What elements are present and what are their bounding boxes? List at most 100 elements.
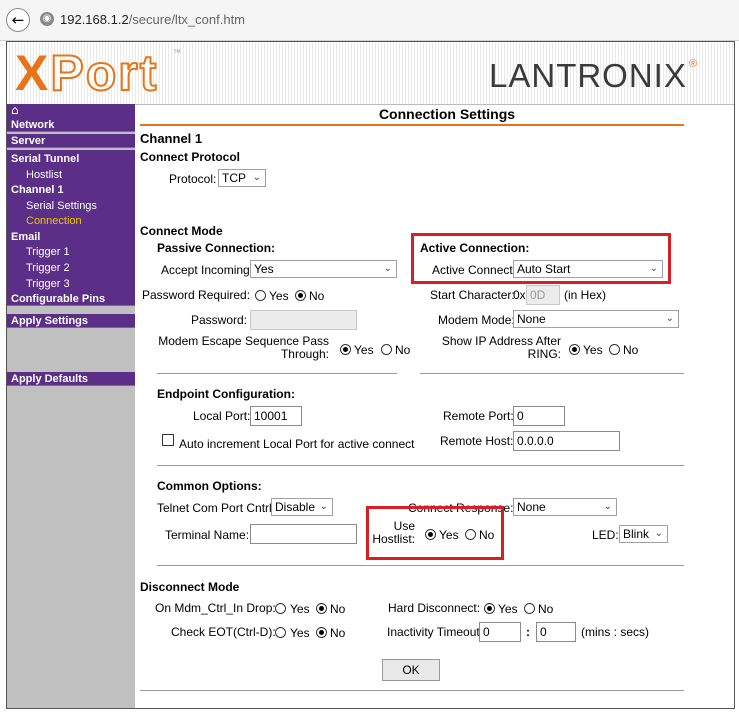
active-connection-highlight bbox=[411, 233, 671, 284]
accept-incoming-value: Yes bbox=[254, 262, 274, 276]
start-character-input[interactable]: 0D bbox=[526, 285, 560, 305]
back-arrow-icon[interactable]: ← bbox=[6, 8, 30, 32]
ok-button[interactable]: OK bbox=[382, 659, 440, 681]
inactivity-minutes-input[interactable]: 0 bbox=[479, 622, 521, 642]
globe-icon: ◉ bbox=[40, 12, 54, 26]
auto-increment-checkbox[interactable] bbox=[162, 434, 174, 446]
connect-protocol-heading: Connect Protocol bbox=[140, 150, 241, 164]
chevron-down-icon: ⌄ bbox=[665, 313, 674, 324]
mdm-ctrl-drop-yes-radio[interactable] bbox=[275, 603, 286, 614]
sidebar-item-server[interactable]: Server bbox=[7, 134, 135, 148]
telnet-com-port-label: Telnet Com Port Cntrl: bbox=[157, 501, 276, 515]
sidebar-item-apply-settings[interactable]: Apply Settings bbox=[7, 314, 135, 328]
password-required-no-radio[interactable] bbox=[295, 290, 306, 301]
password-required-yes-radio[interactable] bbox=[255, 290, 266, 301]
sidebar-item-trigger-1[interactable]: Trigger 1 bbox=[26, 245, 70, 259]
sidebar-item-trigger-2[interactable]: Trigger 2 bbox=[26, 261, 70, 275]
common-options-heading: Common Options: bbox=[157, 479, 262, 493]
sidebar-item-serial-settings[interactable]: Serial Settings bbox=[26, 199, 97, 213]
chevron-down-icon: ⌄ bbox=[603, 501, 612, 512]
header-banner: XPort ™ LANTRONIX ® bbox=[7, 42, 734, 105]
modem-escape-yes-radio[interactable] bbox=[340, 344, 351, 355]
modem-mode-value: None bbox=[517, 312, 546, 326]
start-character-prefix: 0x bbox=[513, 288, 526, 302]
show-ip-no-label: No bbox=[623, 343, 639, 357]
local-port-label: Local Port: bbox=[193, 409, 251, 423]
show-ip-label-line2: RING: bbox=[527, 347, 561, 361]
sidebar-item-apply-defaults[interactable]: Apply Defaults bbox=[7, 372, 135, 386]
hard-disconnect-no-radio[interactable] bbox=[524, 603, 535, 614]
terminal-name-input[interactable] bbox=[250, 524, 357, 544]
sidebar-item-network[interactable]: Network bbox=[7, 118, 135, 132]
divider bbox=[157, 373, 397, 374]
modem-mode-label: Modem Mode: bbox=[438, 313, 515, 327]
show-ip-no-radio[interactable] bbox=[609, 344, 620, 355]
led-value: Blink bbox=[623, 527, 650, 541]
inactivity-colon: : bbox=[526, 625, 530, 639]
accept-incoming-label: Accept Incoming: bbox=[161, 263, 254, 277]
check-eot-yes-radio[interactable] bbox=[275, 627, 286, 638]
connect-response-select[interactable]: None ⌄ bbox=[513, 498, 617, 516]
modem-escape-label-line1: Modem Escape Sequence Pass bbox=[158, 334, 329, 348]
show-ip-yes-radio[interactable] bbox=[569, 344, 580, 355]
sidebar-item-configurable-pins[interactable]: Configurable Pins bbox=[7, 292, 135, 306]
mdm-ctrl-drop-yes-label: Yes bbox=[290, 602, 310, 616]
modem-mode-select[interactable]: None ⌄ bbox=[513, 310, 679, 328]
check-eot-no-radio[interactable] bbox=[316, 627, 327, 638]
password-required-label: Password Required: bbox=[142, 288, 251, 302]
remote-host-input[interactable]: 0.0.0.0 bbox=[513, 431, 620, 451]
modem-escape-no-label: No bbox=[395, 343, 411, 357]
modem-escape-no-radio[interactable] bbox=[381, 344, 392, 355]
home-icon: ⌂ bbox=[11, 103, 19, 117]
xport-logo: XPort bbox=[15, 45, 159, 101]
protocol-select[interactable]: TCP ⌄ bbox=[218, 169, 266, 187]
inactivity-seconds-input[interactable]: 0 bbox=[536, 622, 576, 642]
start-character-label: Start Character: bbox=[430, 288, 515, 302]
divider bbox=[420, 373, 684, 374]
modem-escape-yes-label: Yes bbox=[354, 343, 374, 357]
chevron-down-icon: ⌄ bbox=[383, 263, 392, 274]
mdm-ctrl-drop-no-label: No bbox=[330, 602, 346, 616]
terminal-name-label: Terminal Name: bbox=[165, 528, 250, 542]
inactivity-timeout-label: Inactivity Timeout: bbox=[387, 625, 484, 639]
divider bbox=[157, 565, 684, 566]
trademark-mark: ™ bbox=[173, 48, 181, 57]
led-select[interactable]: Blink ⌄ bbox=[619, 525, 668, 543]
modem-escape-label-line2: Through: bbox=[280, 347, 329, 361]
sidebar: ⌂ Network Server Serial Tunnel Hostlist … bbox=[7, 103, 135, 708]
check-eot-no-label: No bbox=[330, 626, 346, 640]
sidebar-item-email[interactable]: Email bbox=[11, 230, 40, 244]
mdm-ctrl-drop-label: On Mdm_Ctrl_In Drop: bbox=[155, 601, 276, 615]
home-nav[interactable]: ⌂ bbox=[7, 103, 135, 118]
inactivity-units: (mins : secs) bbox=[581, 625, 650, 639]
registered-mark: ® bbox=[689, 58, 698, 70]
mdm-ctrl-drop-no-radio[interactable] bbox=[316, 603, 327, 614]
url-field[interactable]: 192.168.1.2/secure/ltx_conf.htm bbox=[60, 12, 245, 27]
modem-escape-label: Modem Escape Sequence Pass Through: bbox=[157, 335, 329, 361]
sidebar-item-trigger-3[interactable]: Trigger 3 bbox=[26, 277, 70, 291]
remote-port-input[interactable]: 0 bbox=[513, 406, 565, 426]
password-required-no-label: No bbox=[309, 289, 325, 303]
sidebar-item-serial-tunnel[interactable]: Serial Tunnel bbox=[11, 152, 79, 166]
sidebar-item-connection[interactable]: Connection bbox=[26, 214, 82, 228]
password-input[interactable] bbox=[250, 310, 357, 330]
telnet-com-port-select[interactable]: Disable ⌄ bbox=[271, 498, 333, 516]
browser-address-bar: ← ◉ 192.168.1.2/secure/ltx_conf.htm bbox=[0, 0, 739, 41]
local-port-input[interactable]: 10001 bbox=[250, 406, 302, 426]
endpoint-config-heading: Endpoint Configuration: bbox=[157, 387, 295, 401]
protocol-value: TCP bbox=[222, 171, 246, 185]
password-label: Password: bbox=[191, 313, 248, 327]
hard-disconnect-yes-radio[interactable] bbox=[484, 603, 495, 614]
accept-incoming-select[interactable]: Yes ⌄ bbox=[250, 260, 397, 278]
sidebar-item-hostlist[interactable]: Hostlist bbox=[26, 168, 62, 182]
check-eot-label: Check EOT(Ctrl-D): bbox=[171, 625, 276, 639]
remote-port-label: Remote Port: bbox=[443, 409, 514, 423]
title-underline bbox=[140, 124, 684, 126]
protocol-label: Protocol: bbox=[169, 172, 217, 186]
sidebar-item-channel-1[interactable]: Channel 1 bbox=[11, 183, 64, 197]
divider bbox=[157, 465, 684, 466]
chevron-down-icon: ⌄ bbox=[654, 528, 663, 539]
hard-disconnect-yes-label: Yes bbox=[498, 602, 518, 616]
auto-increment-label: Auto increment Local Port for active con… bbox=[179, 437, 415, 451]
chevron-down-icon: ⌄ bbox=[319, 501, 328, 512]
